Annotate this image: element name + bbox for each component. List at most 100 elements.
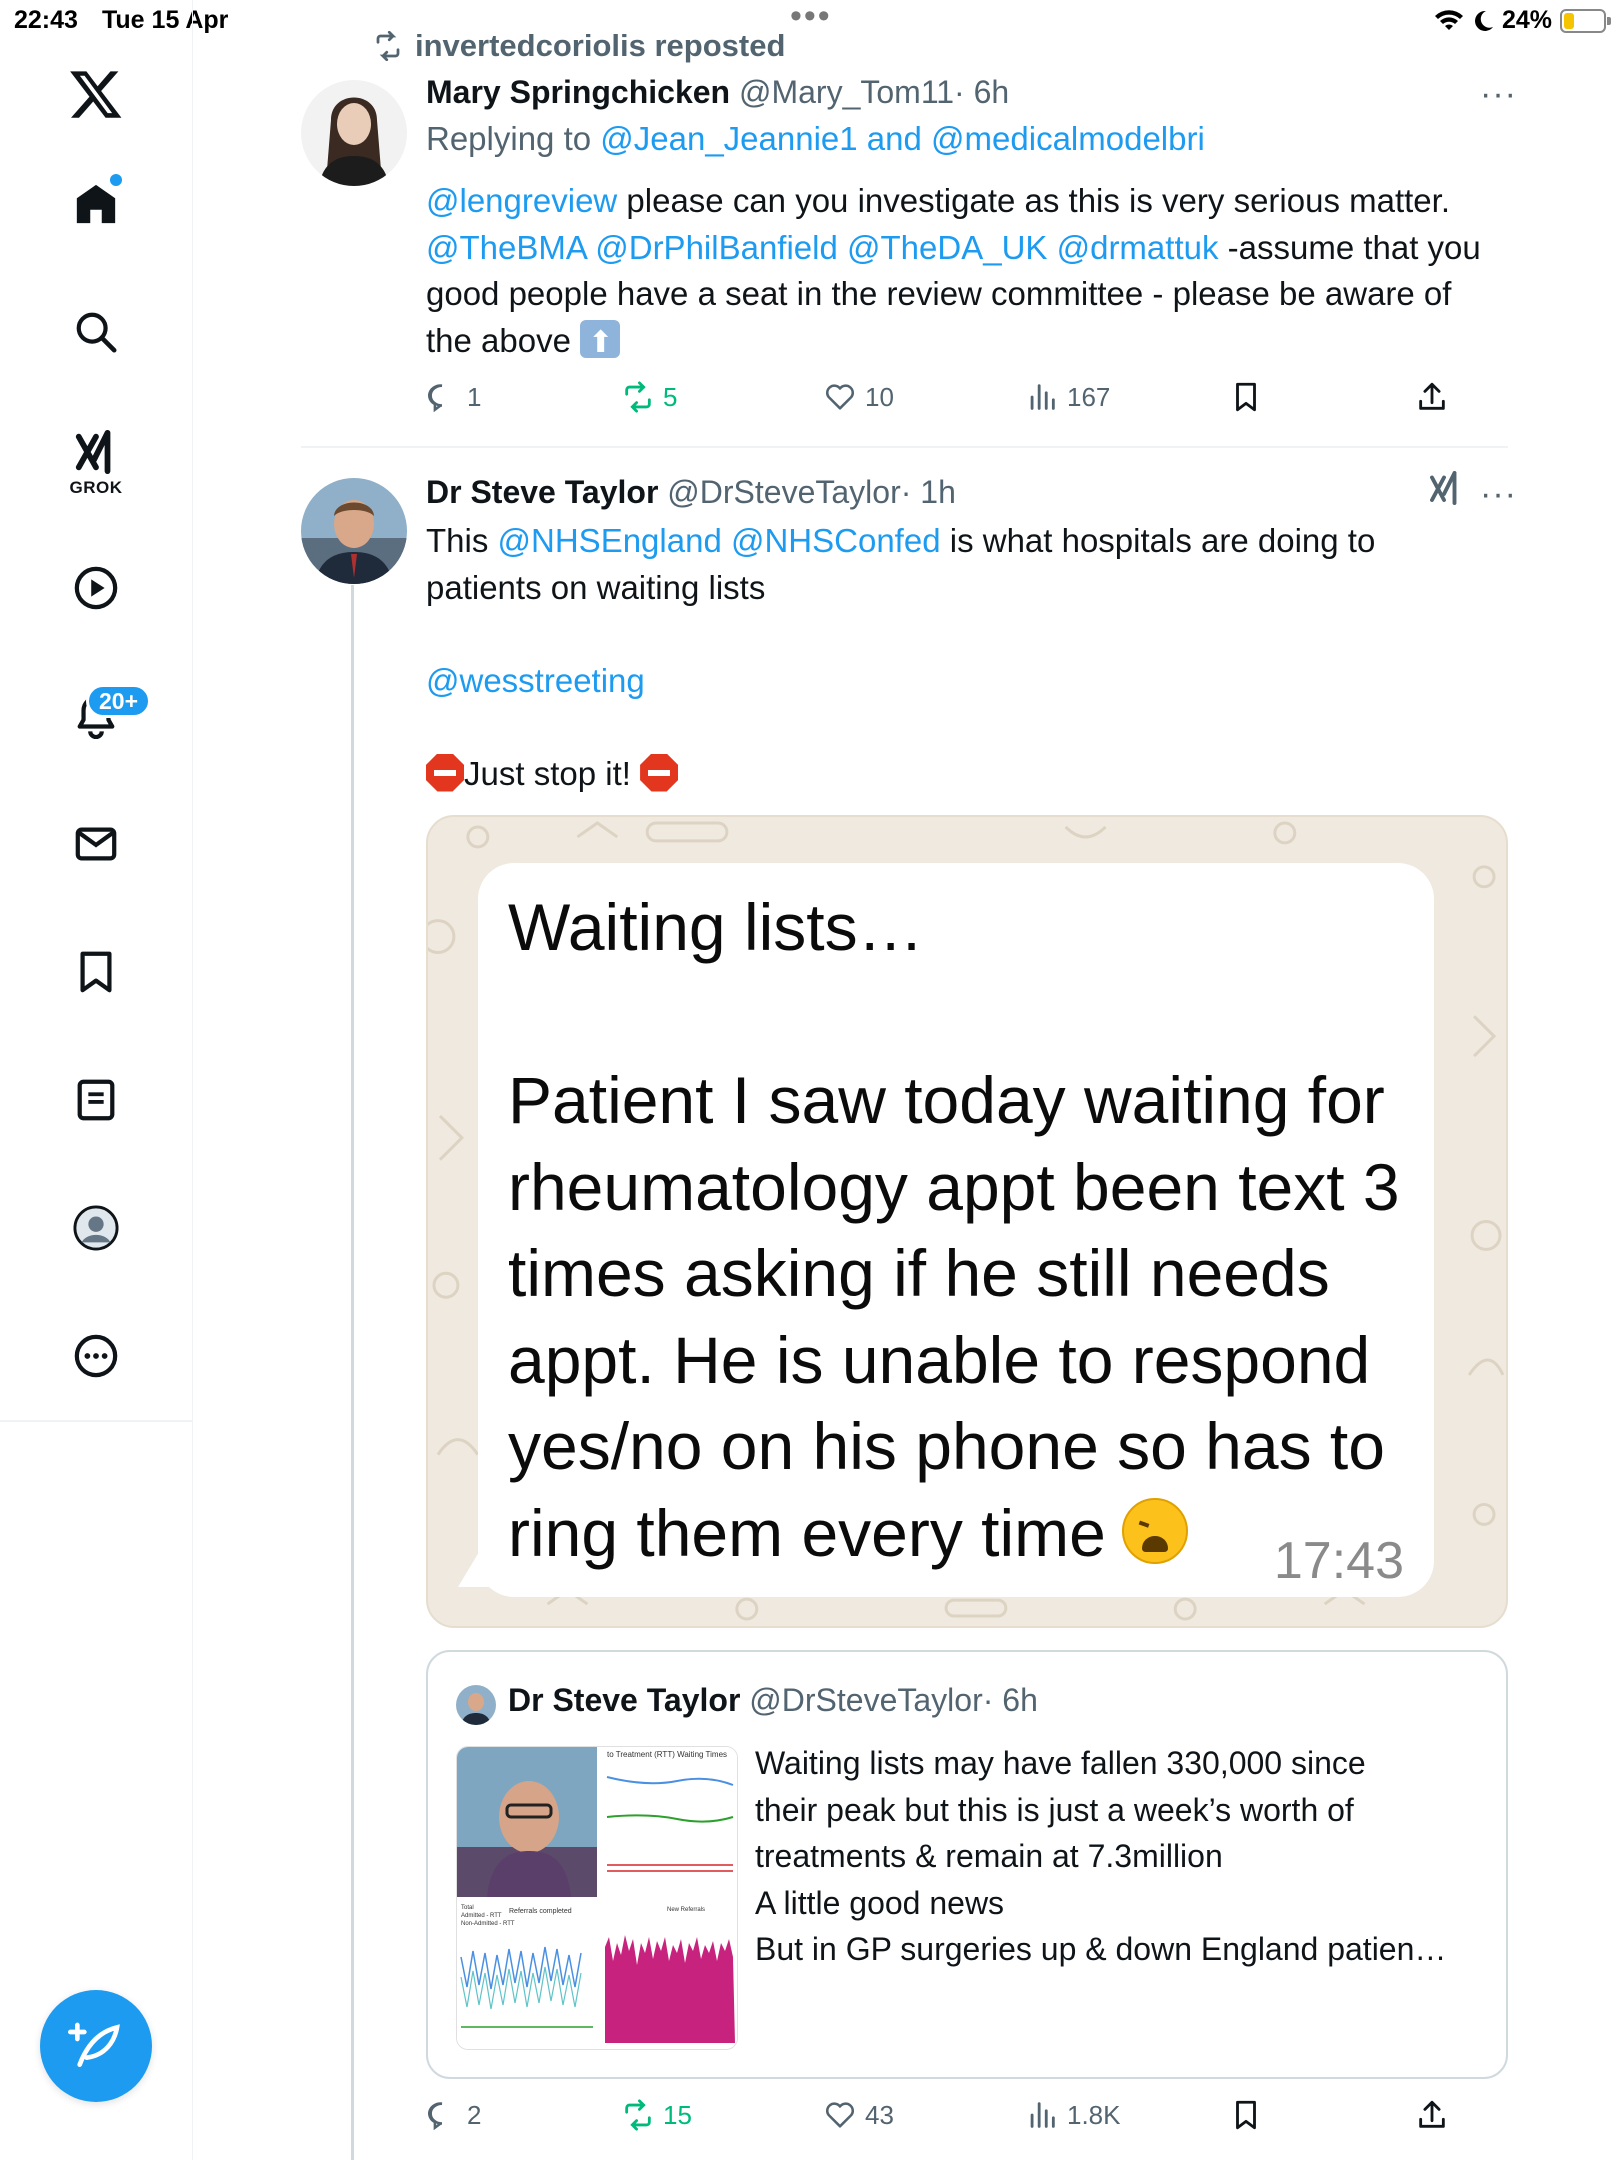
quoted-media-image: to Treatment (RTT) Waiting Times Total A…	[457, 1747, 737, 2049]
tweet-text-segment: the above	[426, 321, 581, 359]
quoted-text: Waiting lists may have fallen 330,000 si…	[755, 1740, 1485, 1973]
tweet-text-segment: This	[426, 522, 498, 559]
tweet-header: Dr Steve Taylor @DrSteveTaylor· 1h	[426, 474, 956, 511]
tweet-text-segment: Just stop it!	[464, 754, 641, 792]
x-logo-icon[interactable]	[64, 62, 128, 126]
mention-link[interactable]: @NHSConfed	[731, 522, 941, 559]
bookmarks-icon[interactable]	[64, 940, 128, 1004]
quoted-author-name[interactable]: Dr Steve Taylor	[508, 1682, 740, 1718]
tweet-text-segment: -assume that you	[1218, 228, 1481, 266]
like-button[interactable]: 43	[823, 2098, 894, 2132]
quoted-line: Waiting lists may have fallen 330,000 si…	[755, 1745, 1366, 1781]
views-chart-icon	[1030, 2102, 1055, 2128]
share-button[interactable]	[1415, 380, 1449, 414]
tweet-image[interactable]: Waiting lists… Patient I saw today waiti…	[426, 815, 1508, 1628]
quoted-avatar[interactable]	[456, 1685, 496, 1725]
quoted-author-handle[interactable]: @DrSteveTaylor	[749, 1682, 982, 1718]
repost-button[interactable]: 5	[621, 380, 677, 414]
grok-icon[interactable]	[64, 420, 128, 484]
tweet-actions: 2 15 43 1.8K	[425, 2098, 1615, 2138]
views-button[interactable]: 1.8K	[1025, 2098, 1121, 2132]
grok-label: GROK	[69, 478, 123, 497]
profile-icon[interactable]	[64, 1196, 128, 1260]
tweet-text-segment: is what hospitals are doing to	[940, 522, 1376, 559]
views-chart-icon	[1030, 384, 1055, 410]
reply-button[interactable]: 1	[425, 380, 481, 414]
thumb-legend: New Referrals	[667, 1907, 705, 1913]
share-icon	[1419, 382, 1445, 410]
author-name[interactable]: Dr Steve Taylor	[426, 474, 658, 510]
mention-link[interactable]: @TheBMA	[426, 229, 586, 266]
view-count: 1.8K	[1067, 2099, 1121, 2130]
timeline: invertedcoriolis reposted Mary Springchi…	[193, 0, 1620, 2160]
repost-icon	[376, 31, 400, 61]
more-icon[interactable]	[64, 1324, 128, 1388]
stop-sign-emoji-icon	[426, 753, 464, 792]
grok-explain-icon[interactable]	[1426, 470, 1462, 506]
quoted-line: their peak but this is just a week’s wor…	[755, 1791, 1354, 1828]
mention-link[interactable]: @TheDA_UK	[847, 229, 1047, 266]
lists-icon[interactable]	[64, 1068, 128, 1132]
avatar-mary[interactable]	[301, 80, 407, 186]
tweet-text: This @NHSEngland @NHSConfed is what hosp…	[426, 518, 1516, 797]
repost-indicator: invertedcoriolis reposted	[373, 28, 785, 64]
like-count: 10	[865, 381, 894, 412]
sidebar-divider	[0, 1420, 193, 1422]
compose-feather-icon	[68, 2022, 120, 2067]
mention-link[interactable]: @wesstreeting	[426, 662, 645, 699]
messages-icon[interactable]	[64, 812, 128, 876]
mention-link[interactable]: @NHSEngland	[498, 522, 722, 559]
share-icon	[1419, 2100, 1445, 2128]
author-handle[interactable]: @Mary_Tom11	[739, 74, 954, 110]
quoted-header: Dr Steve Taylor @DrSteveTaylor· 6h	[508, 1682, 1038, 1719]
repost-count: 15	[663, 2099, 692, 2130]
home-icon[interactable]	[64, 172, 128, 236]
share-button[interactable]	[1415, 2098, 1449, 2132]
message-title: Waiting lists…	[508, 890, 924, 964]
sidebar-nav: GROK 20+	[0, 0, 193, 2160]
views-button[interactable]: 167	[1025, 380, 1110, 414]
tweet-more-icon[interactable]: ···	[1480, 477, 1517, 511]
quoted-time[interactable]: · 6h	[983, 1682, 1038, 1718]
tweet-divider	[301, 446, 1508, 448]
bookmark-icon	[1236, 2100, 1256, 2130]
compose-button[interactable]	[40, 1990, 152, 2102]
video-icon[interactable]	[64, 556, 128, 620]
quoted-tweet[interactable]: Dr Steve Taylor @DrSteveTaylor· 6h to Tr…	[426, 1650, 1508, 2079]
mention-link[interactable]: @DrPhilBanfield	[595, 229, 838, 266]
quoted-line: But in GP surgeries up & down England pa…	[755, 1931, 1447, 1967]
bookmark-button[interactable]	[1229, 380, 1263, 414]
thread-line	[351, 585, 354, 2160]
view-count: 167	[1067, 381, 1111, 412]
quoted-line: A little good news	[755, 1884, 1005, 1921]
mention-link[interactable]: @lengreview	[426, 182, 617, 219]
tweet-text-segment: please can you investigate as this is ve…	[617, 182, 1450, 219]
thumb-non-admitted: Non-Admitted - RTT	[461, 1921, 515, 1927]
search-icon[interactable]	[64, 300, 128, 364]
tweet-text-segment: good people have a seat in the review co…	[426, 275, 1452, 312]
avatar-steve[interactable]	[301, 478, 407, 584]
thumb-admitted: Admitted - RTT	[461, 1913, 502, 1919]
tweet-header: Mary Springchicken @Mary_Tom11· 6h	[426, 74, 1009, 111]
tweet-time[interactable]: · 1h	[901, 474, 956, 510]
message-line: yes/no on his phone so has to	[508, 1409, 1385, 1483]
mention-link[interactable]: @drmattuk	[1057, 229, 1219, 266]
reply-button[interactable]: 2	[425, 2098, 481, 2132]
reply-count: 1	[467, 381, 482, 412]
reply-and: and	[857, 120, 932, 157]
tweet-time[interactable]: · 6h	[954, 74, 1009, 110]
reply-user-link[interactable]: @medicalmodelbri	[931, 120, 1205, 157]
tweet-more-icon[interactable]: ···	[1480, 77, 1517, 111]
reply-user-link[interactable]: @Jean_Jeannie1	[600, 120, 857, 157]
thumb-total: Total	[461, 1905, 474, 1911]
quoted-line: treatments & remain at 7.3million	[755, 1838, 1223, 1874]
author-name[interactable]: Mary Springchicken	[426, 74, 730, 110]
repost-button[interactable]: 15	[621, 2098, 692, 2132]
like-button[interactable]: 10	[823, 380, 894, 414]
stop-sign-emoji-icon	[640, 753, 679, 792]
bookmark-button[interactable]	[1229, 2098, 1263, 2132]
repost-icon	[625, 381, 651, 413]
bookmark-icon	[1236, 382, 1256, 412]
author-handle[interactable]: @DrSteveTaylor	[667, 474, 900, 510]
quoted-media-thumbnail[interactable]: to Treatment (RTT) Waiting Times Total A…	[456, 1746, 738, 2050]
